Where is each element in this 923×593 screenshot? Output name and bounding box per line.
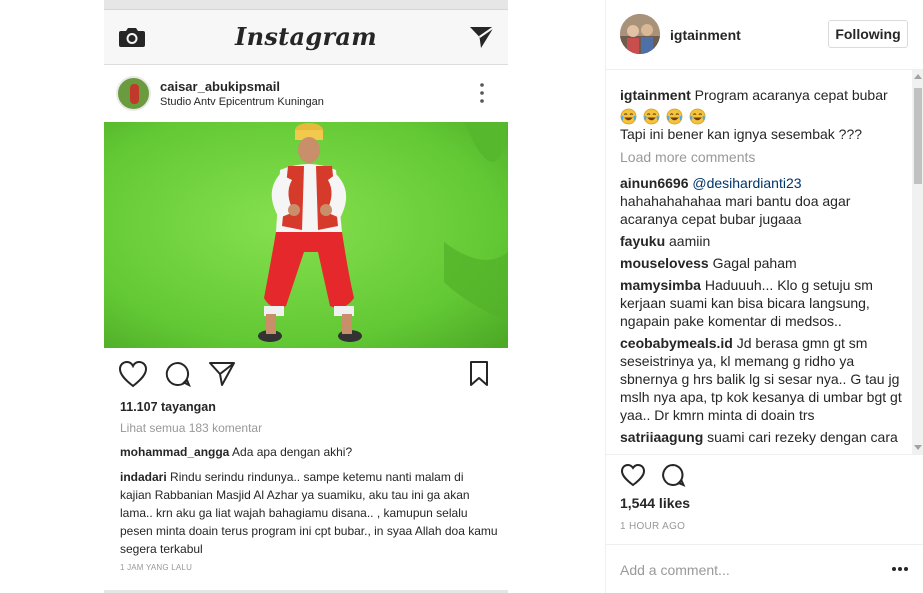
embedded-comment: mohammad_angga Ada apa dengan akhi? [120, 443, 498, 461]
comment-item: fayuku aamiin [620, 232, 902, 250]
load-more-comments-link[interactable]: Load more comments [620, 149, 902, 165]
embedded-view-all-comments: Lihat semua 183 komentar [120, 421, 263, 435]
more-options-icon[interactable] [892, 567, 908, 573]
crying-laughing-emoji-icon [620, 108, 637, 125]
avatar[interactable] [620, 14, 660, 54]
green-screen-photo [104, 122, 508, 348]
comments-scrollbar[interactable] [912, 70, 923, 454]
comment-item: satriiaagung suami cari rezeky dengan ca… [620, 428, 902, 446]
comment-item: ceobabymeals.id Jd berasa gmn gt sm sese… [620, 334, 902, 424]
instagram-screenshot-image: Instagram caisar_abukipsmail Studio Antv… [104, 0, 508, 593]
embedded-avatar [116, 76, 151, 111]
comment-text: aamiin [669, 232, 711, 249]
caption-text: Program acaranya cepat bubar [694, 87, 888, 103]
post-action-bar [606, 454, 923, 494]
comment-username[interactable]: mouselovess [620, 255, 709, 271]
post-timestamp: 1 HOUR AGO [620, 521, 686, 532]
post-media-area: Instagram caisar_abukipsmail Studio Antv… [0, 0, 605, 593]
embedded-comment-user: indadari [120, 470, 167, 484]
embedded-comment-user: mohammad_angga [120, 445, 230, 459]
embedded-timestamp: 1 JAM YANG LALU [120, 563, 193, 572]
comment-text: Gagal paham [712, 254, 797, 271]
direct-send-icon [470, 26, 495, 48]
embedded-post-header: caisar_abukipsmail Studio Antv Epicentru… [104, 66, 508, 122]
heart-icon [118, 360, 148, 388]
comments-list: igtainment Program acaranya cepat bubar … [620, 86, 902, 447]
comment-username[interactable]: ainun6696 [620, 175, 688, 191]
comment-icon[interactable] [660, 463, 686, 487]
embedded-action-bar [104, 356, 508, 392]
comment-username[interactable]: satriiaagung [620, 429, 703, 445]
app-top-bar: Instagram [104, 10, 508, 65]
heart-icon[interactable] [620, 463, 646, 487]
embedded-comment-text: Ada apa dengan akhi? [232, 445, 353, 459]
comment-text: hahahahahahaa mari bantu doa agar acaran… [620, 192, 851, 227]
post-side-panel: igtainment Following igtainment Program … [605, 0, 923, 593]
add-comment-input[interactable] [620, 559, 870, 581]
comment-item: mouselovess Gagal paham [620, 254, 902, 272]
bookmark-icon [470, 361, 488, 386]
embedded-location: Studio Antv Epicentrum Kuningan [160, 96, 324, 108]
caption-username[interactable]: igtainment [620, 87, 691, 103]
comment-mention[interactable]: @desihardianti23 [692, 175, 801, 191]
crying-laughing-emoji-icon [666, 108, 683, 125]
add-comment-row [606, 544, 923, 593]
post-header: igtainment Following [606, 0, 923, 70]
embedded-comment: indadari Rindu serindu rindunya.. sampe … [120, 468, 498, 558]
comment-username[interactable]: mamysimba [620, 277, 701, 293]
comment-text: suami cari rezeky dengan cara [707, 428, 898, 445]
comment-username[interactable]: ceobabymeals.id [620, 335, 733, 351]
phone-status-bar [104, 0, 508, 10]
crying-laughing-emojis [620, 106, 708, 125]
likes-count[interactable]: 1,544 likes [620, 495, 690, 511]
crying-laughing-emoji-icon [643, 108, 660, 125]
embedded-username: caisar_abukipsmail [160, 79, 280, 94]
scrollbar-thumb[interactable] [914, 88, 922, 184]
scroll-down-arrow-icon[interactable] [914, 445, 922, 450]
comment-icon [165, 361, 191, 388]
caption-second-line: Tapi ini bener kan ignya sesembak ??? [620, 125, 863, 142]
comment-item: mamysimba Haduuuh... Klo g setuju sm ker… [620, 276, 902, 330]
comment-username[interactable]: fayuku [620, 233, 665, 249]
share-icon [209, 362, 235, 386]
caption: igtainment Program acaranya cepat bubar … [620, 86, 902, 143]
instagram-wordmark: Instagram [235, 22, 377, 51]
following-button[interactable]: Following [828, 20, 908, 48]
post-author-username[interactable]: igtainment [670, 27, 741, 43]
crying-laughing-emoji-icon [689, 108, 706, 125]
embedded-comment-text: Rindu serindu rindunya.. sampe ketemu na… [120, 470, 498, 556]
scroll-up-arrow-icon[interactable] [914, 74, 922, 79]
embedded-views-count: 11.107 tayangan [120, 400, 216, 414]
comment-item: ainun6696 @desihardianti23 hahahahahahaa… [620, 174, 902, 228]
vertical-more-icon [480, 83, 484, 103]
